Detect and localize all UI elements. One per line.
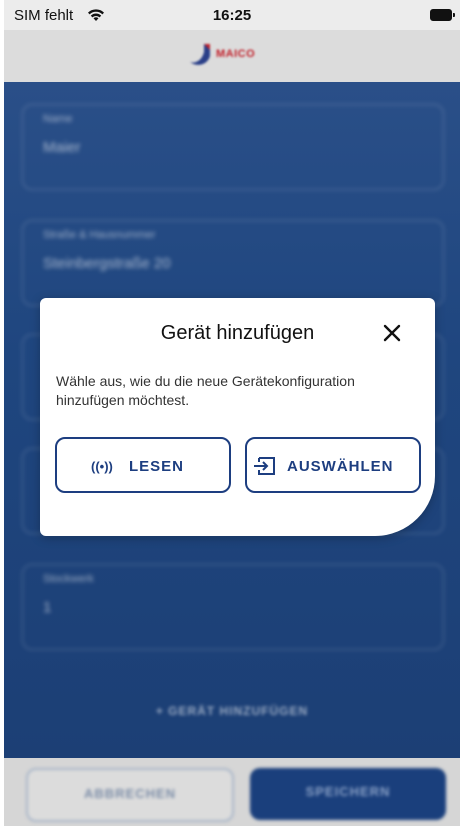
import-icon xyxy=(254,457,275,475)
footer-bar: ABBRECHEN SPEICHERN xyxy=(4,758,460,826)
street-field[interactable]: Straße & Hausnummer Steinbergstraße 20 xyxy=(22,220,444,306)
name-field-label: Name xyxy=(43,113,73,125)
maico-logo: MAICO xyxy=(188,42,278,68)
nfc-read-icon: ((•)) xyxy=(91,459,113,474)
clock: 16:25 xyxy=(212,7,252,24)
add-device-link[interactable]: + GERÄT HINZUFÜGEN xyxy=(4,704,460,718)
cancel-button-label: ABBRECHEN xyxy=(83,786,177,801)
dialog-description: Wähle aus, wie du die neue Gerätekonfigu… xyxy=(56,373,355,408)
floor-field[interactable]: Stockwerk 1 xyxy=(22,564,444,650)
select-button[interactable]: AUSWÄHLEN xyxy=(245,437,421,493)
battery-icon xyxy=(430,9,455,21)
add-device-dialog: Gerät hinzufügen Wähle aus, wie du die n… xyxy=(40,298,435,536)
close-icon[interactable] xyxy=(379,320,405,346)
floor-field-value: 1 xyxy=(43,599,52,616)
status-bar: SIM fehlt 16:25 xyxy=(4,0,460,30)
select-button-label: AUSWÄHLEN xyxy=(287,458,394,475)
save-button[interactable]: SPEICHERN xyxy=(250,768,446,820)
read-button-label: LESEN xyxy=(129,458,185,475)
app-screen: SIM fehlt 16:25 MAICO Name Maier Straße … xyxy=(4,0,460,826)
name-field-value: Maier xyxy=(43,139,81,156)
save-button-label: SPEICHERN xyxy=(305,784,391,799)
logo-wordmark: MAICO xyxy=(216,48,256,60)
logo-mark-icon xyxy=(190,44,210,65)
dialog-title: Gerät hinzufügen xyxy=(160,322,315,344)
app-header: MAICO xyxy=(4,30,460,82)
read-button[interactable]: ((•)) LESEN xyxy=(55,437,231,493)
screen-edge xyxy=(460,0,464,826)
cancel-button[interactable]: ABBRECHEN xyxy=(26,768,234,822)
floor-field-label: Stockwerk xyxy=(43,573,94,585)
street-field-label: Straße & Hausnummer xyxy=(43,229,156,241)
name-field[interactable]: Name Maier xyxy=(22,104,444,190)
street-field-value: Steinbergstraße 20 xyxy=(43,255,171,272)
